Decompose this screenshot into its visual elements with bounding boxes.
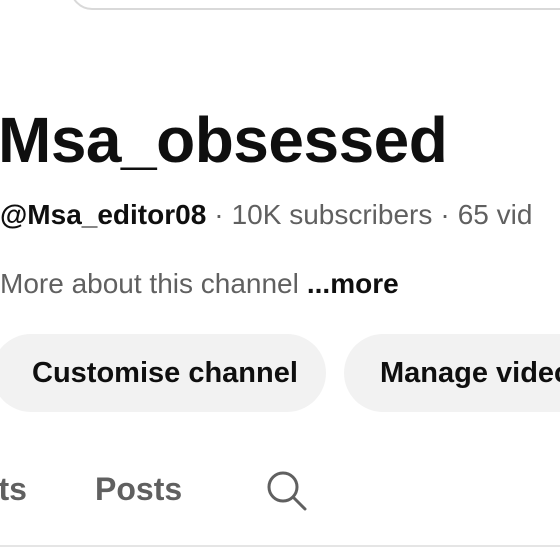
subscriber-count: 10K subscribers: [231, 199, 433, 230]
search-icon[interactable]: [264, 468, 310, 514]
video-count: 65 vid: [457, 199, 533, 230]
channel-meta: @Msa_editor08 · 10K subscribers · 65 vid: [0, 197, 532, 233]
manage-videos-button[interactable]: Manage videc: [344, 334, 560, 412]
meta-separator: ·: [214, 199, 224, 230]
tabs-divider: [0, 545, 560, 547]
channel-title: Msa_obsessed: [0, 104, 448, 176]
channel-page: Msa_obsessed @Msa_editor08 · 10K subscribe…: [0, 0, 560, 560]
customise-channel-button[interactable]: Customise channel: [0, 334, 326, 412]
search-box[interactable]: [70, 0, 560, 10]
about-text: More about this channel: [0, 268, 299, 299]
channel-tabs: rts Posts: [0, 464, 560, 520]
channel-handle[interactable]: @Msa_editor08: [0, 199, 206, 230]
meta-separator: ·: [440, 199, 450, 230]
tab-posts[interactable]: Posts: [95, 464, 182, 514]
tab-shorts[interactable]: rts: [0, 464, 27, 514]
channel-about[interactable]: More about this channel ...more: [0, 266, 399, 302]
more-link[interactable]: ...more: [307, 268, 399, 299]
